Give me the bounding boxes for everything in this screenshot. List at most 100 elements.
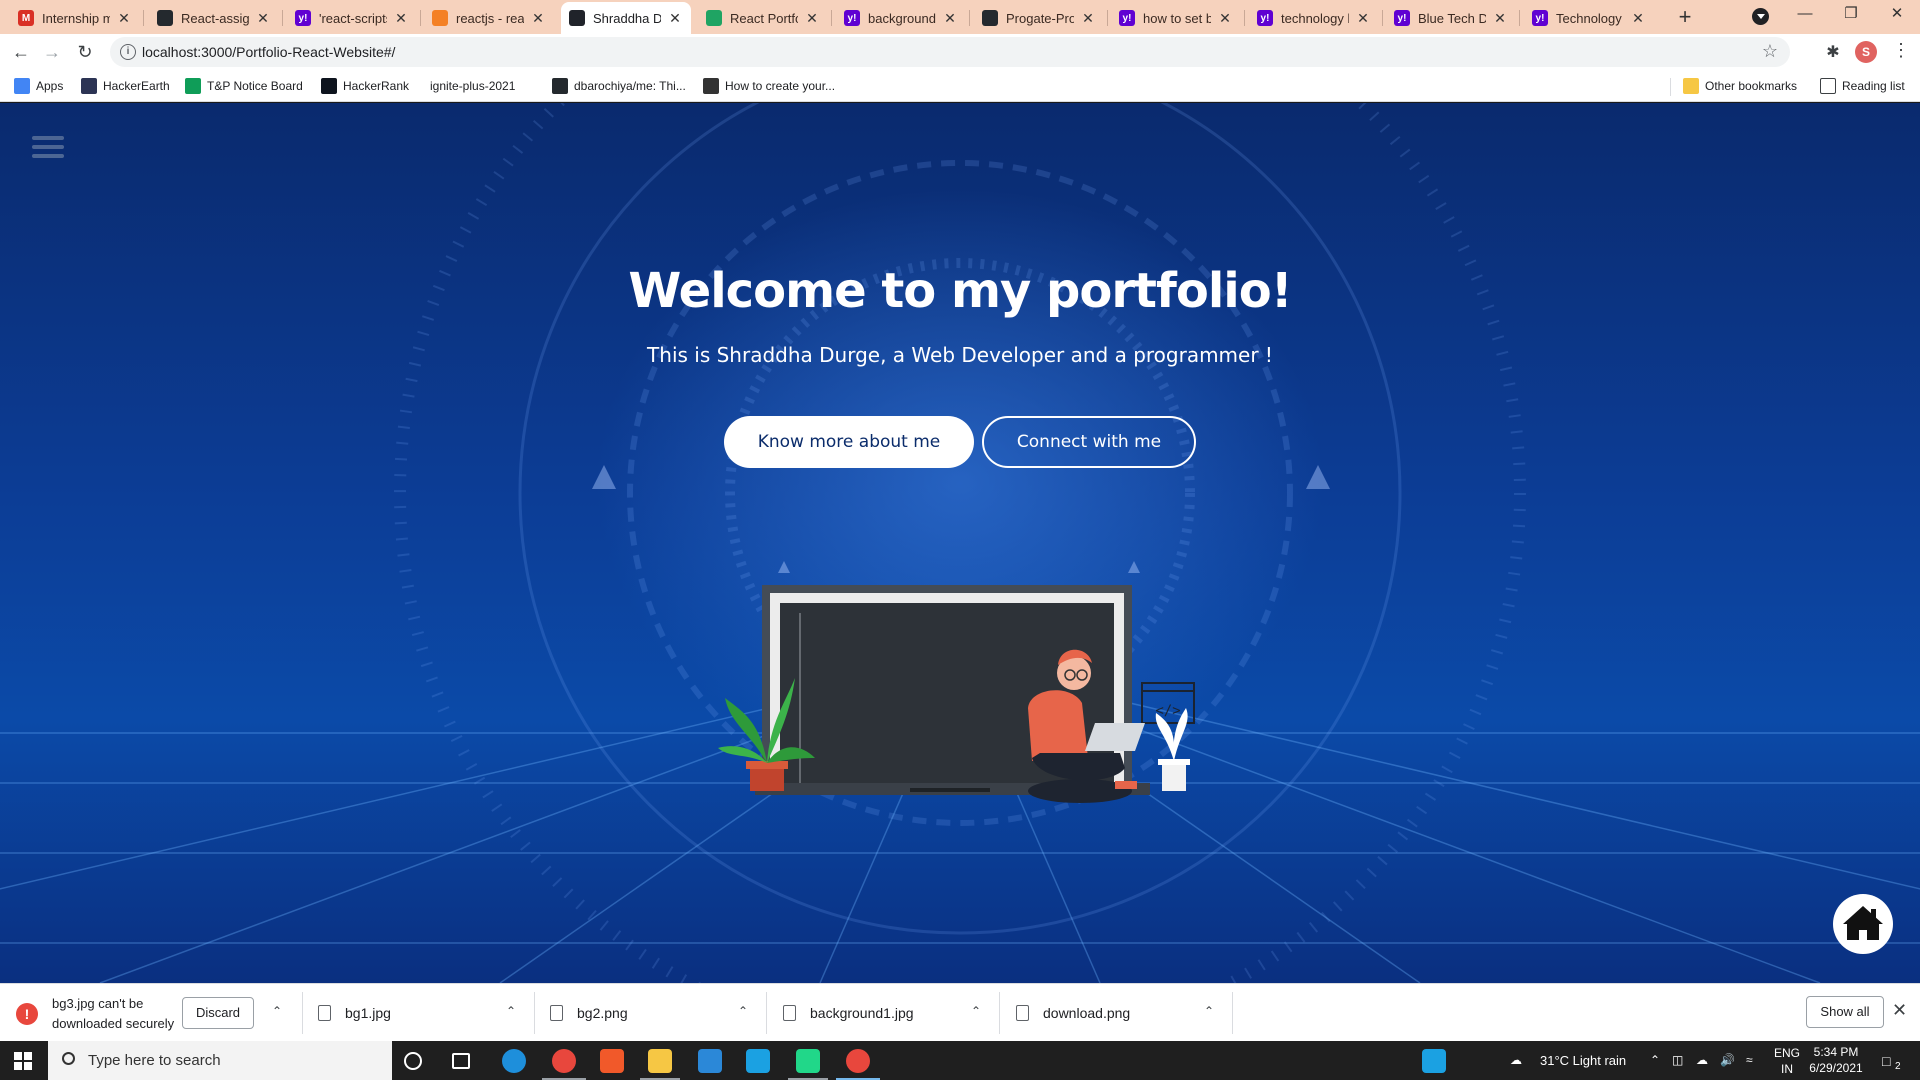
chevron-up-icon[interactable]: ⌃ xyxy=(971,1004,981,1018)
close-window-icon[interactable]: ✕ xyxy=(1874,0,1920,30)
language-indicator[interactable]: ENG IN xyxy=(1774,1045,1800,1077)
notification-count: 2 xyxy=(1895,1061,1901,1072)
weather-text[interactable]: 31°C Light rain xyxy=(1540,1053,1626,1068)
tray-chevron-icon[interactable]: ⌃ xyxy=(1650,1053,1660,1067)
close-tab-icon[interactable]: ✕ xyxy=(942,10,958,27)
download-item[interactable]: download.png xyxy=(1016,984,1130,1042)
home-icon xyxy=(1843,906,1883,940)
browser-tab[interactable]: Shraddha Dur ✕ xyxy=(561,2,691,34)
close-tab-icon[interactable]: ✕ xyxy=(1080,10,1096,27)
mail-icon[interactable] xyxy=(698,1049,722,1073)
bookmark-item[interactable]: HackerRank xyxy=(321,77,409,95)
address-bar[interactable]: i localhost:3000/Portfolio-React-Website… xyxy=(110,37,1790,67)
browser-tab[interactable]: y! Technology B ✕ xyxy=(1524,2,1654,34)
minimize-icon[interactable]: — xyxy=(1782,0,1828,30)
bookmark-item[interactable]: ignite-plus-2021 xyxy=(430,77,515,95)
close-tab-icon[interactable]: ✕ xyxy=(1217,10,1233,27)
app-l-icon[interactable] xyxy=(746,1049,770,1073)
intellij-icon[interactable] xyxy=(796,1049,820,1073)
know-more-button[interactable]: Know more about me xyxy=(724,416,974,468)
chrome-active-icon[interactable] xyxy=(846,1049,870,1073)
close-tab-icon[interactable]: ✕ xyxy=(393,10,409,27)
browser-tab[interactable]: M Internship me ✕ xyxy=(10,2,140,34)
gmail-icon: M xyxy=(18,10,34,26)
onedrive-icon[interactable]: ☁ xyxy=(1696,1053,1708,1067)
url-text[interactable]: localhost:3000/Portfolio-React-Website#/ xyxy=(142,44,395,60)
download-item[interactable]: bg1.jpg xyxy=(318,984,391,1042)
tab-separator xyxy=(282,10,283,26)
tab-search-icon[interactable] xyxy=(1752,8,1769,25)
notifications-icon[interactable]: □ xyxy=(1882,1053,1890,1069)
task-view-icon[interactable] xyxy=(452,1053,470,1069)
discard-button[interactable]: Discard xyxy=(182,997,254,1029)
other-bookmarks[interactable]: Other bookmarks xyxy=(1683,77,1797,95)
bookmark-item[interactable]: T&P Notice Board xyxy=(185,77,303,95)
download-item[interactable]: background1.jpg xyxy=(783,984,914,1042)
menu-hamburger-icon[interactable] xyxy=(32,136,64,164)
new-tab-button[interactable]: + xyxy=(1672,4,1698,30)
wifi-icon[interactable]: ≈ xyxy=(1746,1053,1753,1067)
close-tab-icon[interactable]: ✕ xyxy=(1355,10,1371,27)
connect-button[interactable]: Connect with me xyxy=(982,416,1196,468)
tray-app-l-icon[interactable] xyxy=(1422,1049,1446,1073)
close-tab-icon[interactable]: ✕ xyxy=(804,10,820,27)
windows-start-icon[interactable] xyxy=(14,1052,32,1070)
tab-title: technology b xyxy=(1281,10,1349,26)
bookmark-item[interactable]: Apps xyxy=(14,77,63,95)
file-icon xyxy=(318,1005,331,1021)
browser-menu-icon[interactable]: ⋮ xyxy=(1892,40,1910,61)
chevron-up-icon[interactable]: ⌃ xyxy=(1204,1004,1214,1018)
browser-tab[interactable]: Progate-Proje ✕ xyxy=(974,2,1104,34)
bookmark-item[interactable]: dbarochiya/me: Thi... xyxy=(552,77,686,95)
bookmark-item[interactable]: How to create your... xyxy=(703,77,835,95)
tab-title: React Portfoli xyxy=(730,10,798,26)
close-tab-icon[interactable]: ✕ xyxy=(1630,10,1646,27)
back-arrow-icon[interactable]: ← xyxy=(9,40,33,64)
reading-list[interactable]: Reading list xyxy=(1820,77,1905,95)
close-tab-icon[interactable]: ✕ xyxy=(255,10,271,27)
edge-icon[interactable] xyxy=(502,1049,526,1073)
warning-icon: ! xyxy=(16,1003,38,1025)
close-tab-icon[interactable]: ✕ xyxy=(116,10,132,27)
show-all-button[interactable]: Show all xyxy=(1806,996,1884,1028)
browser-tab[interactable]: y! Blue Tech Dig ✕ xyxy=(1386,2,1516,34)
browser-tab[interactable]: y! how to set ba ✕ xyxy=(1111,2,1241,34)
browser-tab[interactable]: y! background c ✕ xyxy=(836,2,966,34)
tab-title: Progate-Proje xyxy=(1006,10,1074,26)
bookmark-star-icon[interactable]: ☆ xyxy=(1762,41,1778,62)
taskbar-search-placeholder: Type here to search xyxy=(88,1052,221,1069)
cortana-icon[interactable] xyxy=(404,1052,422,1070)
brave-icon[interactable] xyxy=(600,1049,624,1073)
restore-icon[interactable]: ❐ xyxy=(1828,0,1874,30)
profile-avatar[interactable]: S xyxy=(1855,41,1877,63)
browser-tab[interactable]: React Portfoli ✕ xyxy=(698,2,828,34)
close-shelf-icon[interactable]: ✕ xyxy=(1892,1000,1907,1021)
weather-cloud-icon[interactable]: ☁ xyxy=(1510,1053,1522,1067)
tray-device-icon[interactable]: ◫ xyxy=(1672,1053,1683,1067)
site-info-icon[interactable]: i xyxy=(120,44,136,60)
bookmark-item[interactable]: HackerEarth xyxy=(81,77,170,95)
extensions-puzzle-icon[interactable]: ✱ xyxy=(1823,42,1843,62)
clock[interactable]: 5:34 PM 6/29/2021 xyxy=(1800,1044,1872,1076)
download-item[interactable]: bg2.png xyxy=(550,984,628,1042)
chevron-up-icon[interactable]: ⌃ xyxy=(506,1004,516,1018)
browser-tab[interactable]: y! technology b ✕ xyxy=(1249,2,1379,34)
reload-icon[interactable]: ↻ xyxy=(73,40,97,64)
chevron-up-icon[interactable]: ⌃ xyxy=(738,1004,748,1018)
browser-tab[interactable]: reactjs - react ✕ xyxy=(424,2,554,34)
volume-icon[interactable]: 🔊 xyxy=(1720,1053,1735,1067)
browser-tab[interactable]: React-assignm ✕ xyxy=(149,2,279,34)
home-button[interactable] xyxy=(1833,894,1893,954)
chevron-up-icon[interactable]: ⌃ xyxy=(272,1004,282,1018)
forward-arrow-icon[interactable]: → xyxy=(40,40,64,64)
file-explorer-icon[interactable] xyxy=(648,1049,672,1073)
tab-separator xyxy=(420,10,421,26)
browser-tab[interactable]: y! 'react-scripts' ✕ xyxy=(287,2,417,34)
taskbar-search-box[interactable]: Type here to search xyxy=(48,1041,392,1080)
tech-background xyxy=(0,103,1920,983)
hackerearth-icon xyxy=(81,78,97,94)
close-tab-icon[interactable]: ✕ xyxy=(1492,10,1508,27)
chrome-icon[interactable] xyxy=(552,1049,576,1073)
close-tab-icon[interactable]: ✕ xyxy=(667,10,683,27)
close-tab-icon[interactable]: ✕ xyxy=(530,10,546,27)
